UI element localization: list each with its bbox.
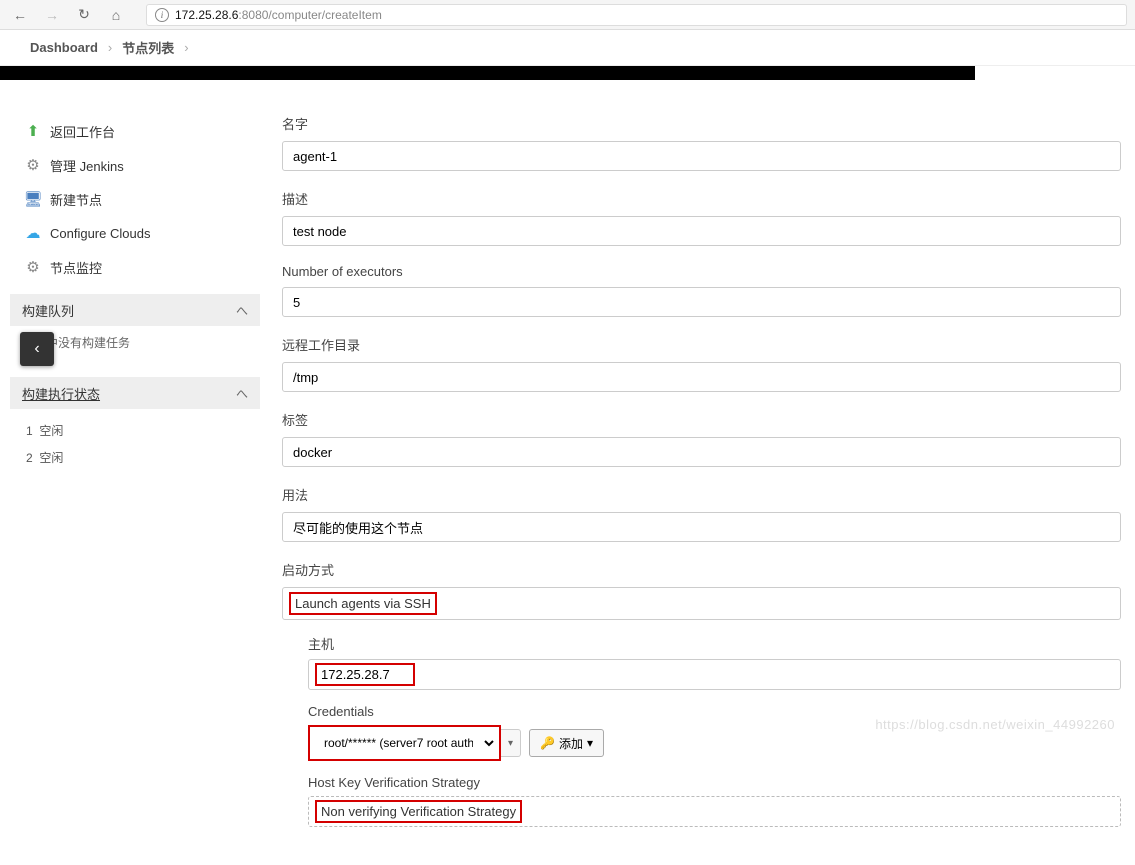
desc-label: 描述	[282, 189, 1121, 208]
breadcrumb: Dashboard › 节点列表 ›	[0, 30, 1135, 66]
launch-select[interactable]: Launch agents via SSH	[282, 587, 1121, 620]
build-exec-header[interactable]: 构建执行状态 へ	[10, 377, 260, 409]
executor-state: 空闲	[39, 451, 63, 465]
watermark: https://blog.csdn.net/weixin_44992260	[875, 717, 1115, 732]
executor-state: 空闲	[39, 424, 63, 438]
breadcrumb-sep: ›	[108, 40, 112, 55]
chevron-up-icon: へ	[236, 302, 248, 319]
usage-select[interactable]	[282, 512, 1121, 542]
host-input[interactable]	[321, 667, 401, 682]
cred-select[interactable]: root/****** (server7 root auth)	[312, 729, 497, 757]
hostkey-value: Non verifying Verification Strategy	[315, 800, 522, 823]
arrow-up-icon: ⬆	[22, 122, 44, 140]
computer-icon: 🖥	[22, 190, 44, 208]
back-button[interactable]: ←	[8, 3, 32, 27]
gear-icon: ⚙	[22, 156, 44, 174]
top-gap	[0, 66, 1135, 80]
executors-input[interactable]	[282, 287, 1121, 317]
gap	[0, 80, 1135, 114]
build-queue-header[interactable]: 构建队列 へ	[10, 294, 260, 326]
executor-num: 2	[26, 451, 33, 465]
panel-title: 构建执行状态	[22, 384, 100, 403]
name-input[interactable]	[282, 141, 1121, 171]
executor-num: 1	[26, 424, 33, 438]
caret-down-icon: ▾	[587, 736, 593, 750]
sidebar-item-manage[interactable]: ⚙ 管理 Jenkins	[10, 148, 260, 182]
breadcrumb-dashboard[interactable]: Dashboard	[30, 40, 98, 55]
key-icon: 🔑	[540, 736, 555, 750]
labels-label: 标签	[282, 410, 1121, 429]
name-label: 名字	[282, 114, 1121, 133]
usage-label: 用法	[282, 485, 1121, 504]
hostkey-select[interactable]: Non verifying Verification Strategy	[308, 796, 1121, 827]
floating-back-button[interactable]: ‹	[20, 332, 54, 366]
url-bar[interactable]: i 172.25.28.6:8080/computer/createItem	[146, 4, 1127, 26]
sidebar-item-monitor[interactable]: ⚙ 节点监控	[10, 250, 260, 284]
cred-dropdown-caret[interactable]: ▾	[501, 729, 521, 757]
sidebar-item-label: 新建节点	[50, 190, 102, 209]
browser-toolbar: ← → ↻ ⌂ i 172.25.28.6:8080/computer/crea…	[0, 0, 1135, 30]
sidebar: ⬆ 返回工作台 ⚙ 管理 Jenkins 🖥 新建节点 ☁ Configure …	[0, 114, 260, 865]
host-label: 主机	[308, 634, 1121, 653]
gear-icon: ⚙	[22, 258, 44, 276]
hostkey-label: Host Key Verification Strategy	[308, 775, 1121, 790]
sidebar-item-label: 管理 Jenkins	[50, 156, 124, 175]
url-rest: :8080/computer/createItem	[238, 8, 381, 22]
add-credential-button[interactable]: 🔑 添加 ▾	[529, 729, 604, 757]
executor-row: 2 空闲	[22, 444, 248, 471]
launch-label: 启动方式	[282, 560, 1121, 579]
build-exec-body: 1 空闲 2 空闲	[10, 409, 260, 479]
labels-input[interactable]	[282, 437, 1121, 467]
breadcrumb-sep: ›	[184, 40, 188, 55]
sidebar-item-newnode[interactable]: 🖥 新建节点	[10, 182, 260, 216]
sidebar-item-label: 返回工作台	[50, 122, 115, 141]
panel-title: 构建队列	[22, 301, 74, 320]
sidebar-item-clouds[interactable]: ☁ Configure Clouds	[10, 216, 260, 250]
forward-button[interactable]: →	[40, 3, 64, 27]
launch-value: Launch agents via SSH	[289, 592, 437, 615]
home-button[interactable]: ⌂	[104, 3, 128, 27]
sidebar-item-label: 节点监控	[50, 258, 102, 277]
host-input-wrap	[308, 659, 1121, 690]
remote-input[interactable]	[282, 362, 1121, 392]
url-host: 172.25.28.6	[175, 8, 238, 22]
info-icon: i	[155, 8, 169, 22]
desc-input[interactable]	[282, 216, 1121, 246]
chevron-up-icon: へ	[236, 385, 248, 402]
add-btn-label: 添加	[559, 735, 583, 752]
executor-row: 1 空闲	[22, 417, 248, 444]
executors-label: Number of executors	[282, 264, 1121, 279]
breadcrumb-nodes[interactable]: 节点列表	[122, 38, 174, 57]
sidebar-item-label: Configure Clouds	[50, 226, 150, 241]
cloud-icon: ☁	[22, 224, 44, 242]
reload-button[interactable]: ↻	[72, 3, 96, 27]
remote-label: 远程工作目录	[282, 335, 1121, 354]
sidebar-item-back[interactable]: ⬆ 返回工作台	[10, 114, 260, 148]
main-form: 名字 描述 Number of executors 远程工作目录 标签 用法 启…	[260, 114, 1135, 865]
